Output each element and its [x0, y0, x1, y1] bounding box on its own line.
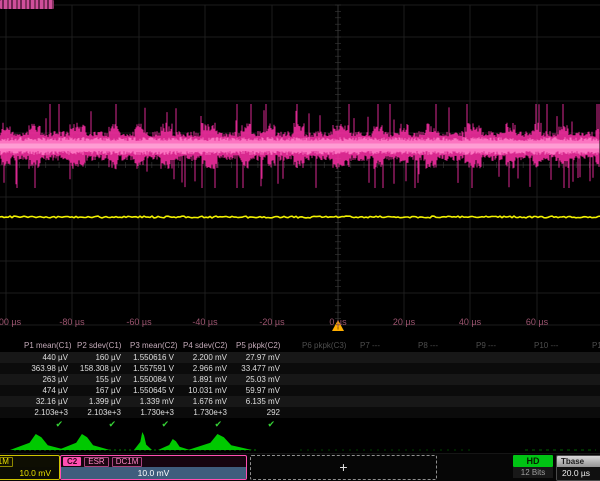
measurement-header[interactable]: P9 --- [474, 340, 529, 352]
measurement-column: P3 mean(C2)1.550616 V1.557591 V1.550084 … [128, 340, 177, 430]
measurement-value: 2.103e+3 [22, 407, 71, 418]
measurement-column: P1 mean(C1)440 µV363.98 µV263 µV474 µV32… [22, 340, 71, 430]
measurement-table: P1 mean(C1)440 µV363.98 µV263 µV474 µV32… [0, 340, 600, 430]
c1-descriptor-top: C1 DC1M [0, 456, 59, 467]
histicon[interactable] [58, 434, 110, 450]
measurement-value: 1.676 mV [181, 396, 230, 407]
time-axis: -100 µs -80 µs -60 µs -40 µs -20 µs 0 µs 20 µs… [0, 317, 600, 331]
descriptor-bar: C1 DC1M 10.0 mV C2 ESR DC1M 10.0 mV + HD… [0, 453, 600, 481]
measurement-column-inactive: P7 --- [358, 340, 413, 430]
time-axis-label: 20 µs [377, 317, 431, 327]
measurement-header[interactable]: P10 --- [532, 340, 587, 352]
measurement-value: 27.97 mV [234, 352, 283, 363]
histicon[interactable] [10, 434, 66, 450]
measurement-value: 474 µV [22, 385, 71, 396]
measurement-status-check: ✔ [75, 418, 124, 430]
measurement-value: 1.399 µV [75, 396, 124, 407]
hd-mode-indicator[interactable]: HD 12 Bits [513, 455, 553, 479]
measurement-header[interactable]: P2 sdev(C1) [75, 340, 124, 352]
time-axis-label: 0 µs [311, 317, 365, 327]
measurement-status-check: ✔ [234, 418, 283, 430]
c2-badge: C2 [63, 457, 81, 466]
histicon[interactable] [158, 439, 190, 450]
histicon[interactable] [134, 432, 152, 450]
measurement-value: 167 µV [75, 385, 124, 396]
c2-descriptor-top: C2 ESR DC1M [61, 456, 246, 467]
measurement-header[interactable]: P8 --- [416, 340, 471, 352]
hd-bits-label: 12 Bits [513, 467, 553, 478]
time-axis-label: -40 µs [178, 317, 232, 327]
measurement-value: 292 [234, 407, 283, 418]
measurement-value: 32.16 µV [22, 396, 71, 407]
time-axis-label: -80 µs [45, 317, 99, 327]
measurement-value: 59.97 mV [234, 385, 283, 396]
channel-c2-descriptor[interactable]: C2 ESR DC1M 10.0 mV [60, 455, 247, 480]
measurement-status-check: ✔ [181, 418, 230, 430]
c1-coupling-badge: DC1M [0, 457, 13, 467]
c1-trace[interactable] [0, 216, 600, 218]
time-axis-label: -20 µs [245, 317, 299, 327]
c2-trace-label-badge [0, 0, 54, 9]
measurement-value: 2.966 mV [181, 363, 230, 374]
measurement-column-inactive: P11 [590, 340, 600, 430]
measurement-value: 158.308 µV [75, 363, 124, 374]
measurement-value: 2.103e+3 [75, 407, 124, 418]
channel-c1-descriptor[interactable]: C1 DC1M 10.0 mV [0, 455, 60, 480]
measurement-header[interactable]: P11 [590, 340, 600, 352]
measurement-value: 33.477 mV [234, 363, 283, 374]
measurement-value: 1.557591 V [128, 363, 177, 374]
measurement-header[interactable]: P1 mean(C1) [22, 340, 71, 352]
measurement-status-check: ✔ [22, 418, 71, 430]
time-axis-label: 40 µs [443, 317, 497, 327]
measurement-histicons[interactable] [0, 430, 600, 452]
measurement-header[interactable]: P6 pkpk(C3) [300, 340, 355, 352]
timebase-value: 20.0 µs [557, 467, 600, 480]
measurement-value: 363.98 µV [22, 363, 71, 374]
time-axis-label: 60 µs [510, 317, 564, 327]
measurement-value: 1.550616 V [128, 352, 177, 363]
measurement-column-inactive: P9 --- [474, 340, 529, 430]
timebase-title: Tbase [557, 456, 600, 467]
c2-coupling-badge: DC1M [112, 457, 143, 467]
measurement-header[interactable]: P3 mean(C2) [128, 340, 177, 352]
measurement-column: P4 sdev(C2)2.200 mV2.966 mV1.891 mV10.03… [181, 340, 230, 430]
hd-badge: HD [513, 455, 553, 467]
measurement-value: 160 µV [75, 352, 124, 363]
measurement-value: 6.135 mV [234, 396, 283, 407]
measurement-column: P2 sdev(C1)160 µV158.308 µV155 µV167 µV1… [75, 340, 124, 430]
measurement-header[interactable]: P4 sdev(C2) [181, 340, 230, 352]
measurement-value: 263 µV [22, 374, 71, 385]
oscilloscope-screen: { "grid": { "time_labels": ["-100 µs", "… [0, 0, 600, 480]
measurement-value: 10.031 mV [181, 385, 230, 396]
measurement-value: 1.550084 V [128, 374, 177, 385]
graticule-and-traces: T [0, 0, 600, 332]
measurement-value: 2.200 mV [181, 352, 230, 363]
measurement-header[interactable]: P7 --- [358, 340, 413, 352]
measurement-value: 1.550645 V [128, 385, 177, 396]
time-axis-label: -100 µs [0, 317, 33, 327]
waveform-grid: T -100 µs -80 µs -60 µs -40 µs -20 µs 0 µs 20 … [0, 0, 600, 332]
measurement-column: P5 pkpk(C2)27.97 mV33.477 mV25.03 mV59.9… [234, 340, 283, 430]
measurement-value: 1.891 mV [181, 374, 230, 385]
add-trace-button[interactable]: + [250, 455, 437, 480]
measurement-value: 155 µV [75, 374, 124, 385]
measurement-column-inactive: P10 --- [532, 340, 587, 430]
measurement-value: 1.730e+3 [128, 407, 177, 418]
measurement-column-inactive: P8 --- [416, 340, 471, 430]
c2-esr-badge: ESR [84, 457, 108, 467]
histicon[interactable] [188, 434, 252, 450]
c2-trace-center [0, 144, 599, 149]
timebase-descriptor[interactable]: Tbase 20.0 µs [556, 455, 600, 481]
measurement-status-check: ✔ [128, 418, 177, 430]
measurement-value: 1.339 mV [128, 396, 177, 407]
measurement-header[interactable]: P5 pkpk(C2) [234, 340, 283, 352]
measurement-value: 440 µV [22, 352, 71, 363]
measurement-value: 25.03 mV [234, 374, 283, 385]
c1-volts-per-div: 10.0 mV [0, 467, 59, 479]
measurement-column-inactive: P6 pkpk(C3) [300, 340, 355, 430]
c2-volts-per-div: 10.0 mV [61, 467, 246, 479]
time-axis-label: -60 µs [112, 317, 166, 327]
measurement-value: 1.730e+3 [181, 407, 230, 418]
